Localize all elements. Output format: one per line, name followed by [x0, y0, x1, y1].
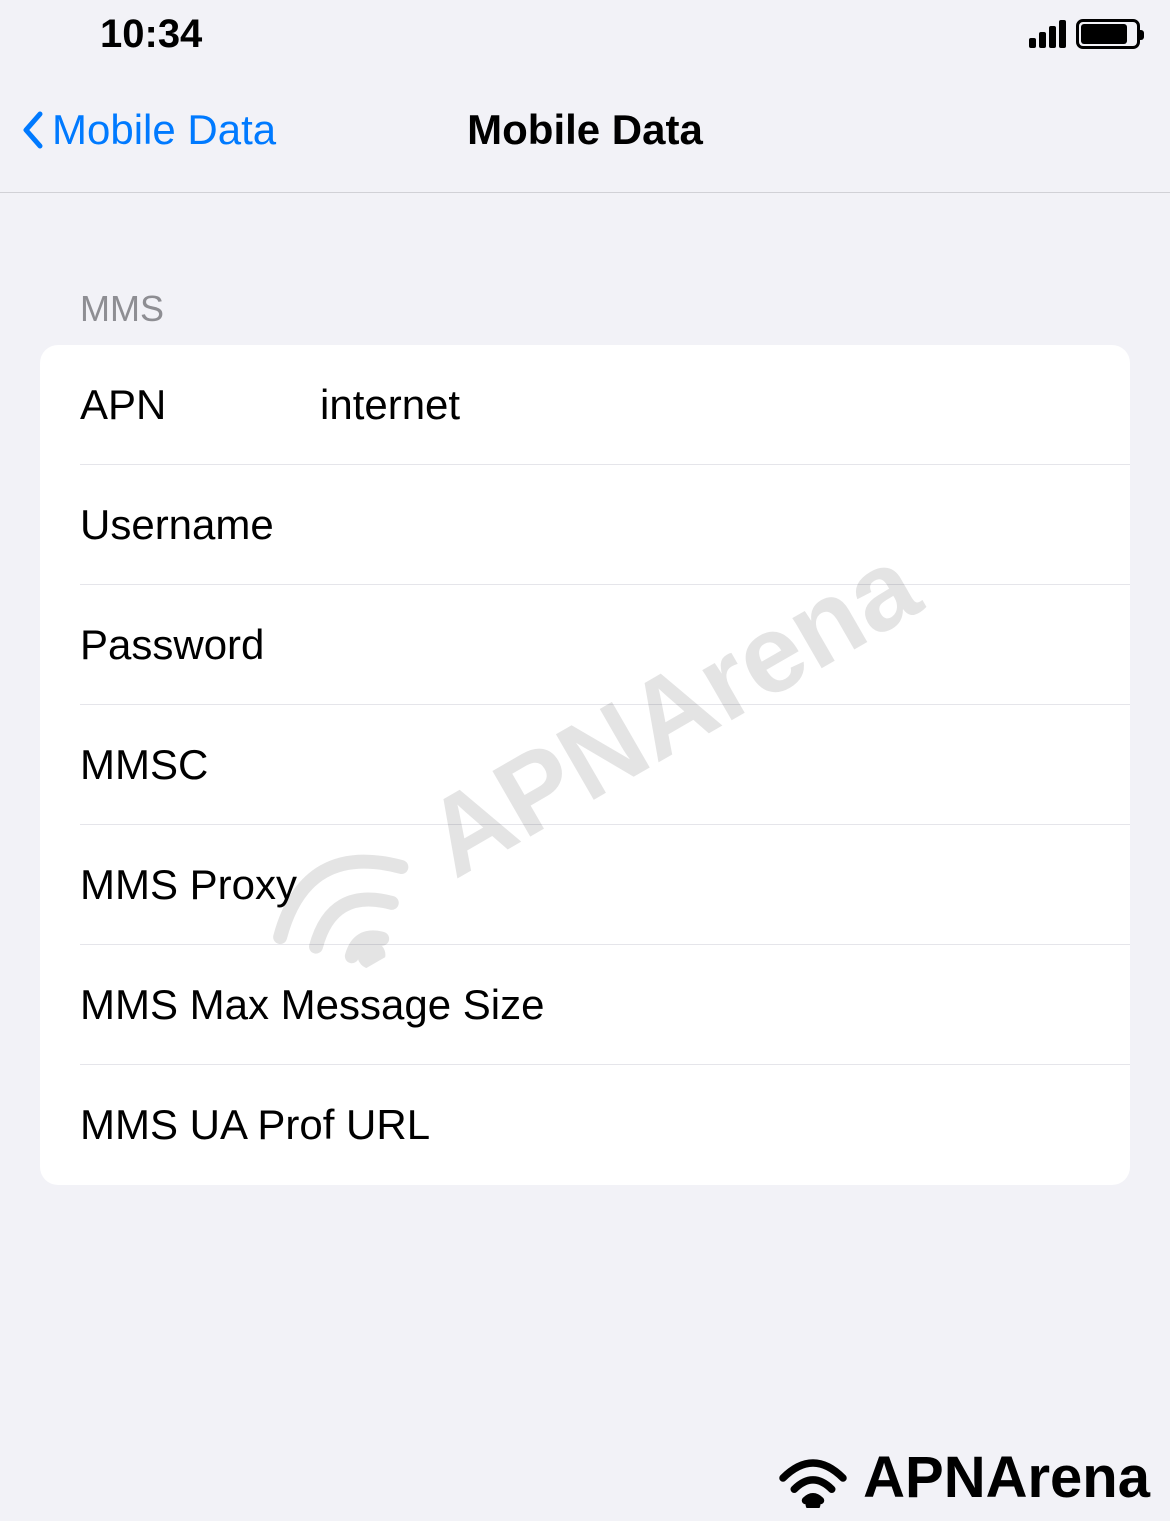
- back-label: Mobile Data: [52, 106, 276, 154]
- battery-icon: [1076, 19, 1140, 49]
- navigation-bar: Mobile Data Mobile Data: [0, 68, 1170, 193]
- mmsc-label: MMSC: [80, 741, 320, 789]
- mms-max-size-input[interactable]: [544, 981, 1090, 1029]
- status-indicators: [1029, 19, 1140, 49]
- mms-ua-prof-row[interactable]: MMS UA Prof URL: [40, 1065, 1130, 1185]
- status-bar: 10:34: [0, 0, 1170, 68]
- apn-input[interactable]: [320, 381, 1090, 429]
- password-input[interactable]: [320, 621, 1090, 669]
- password-label: Password: [80, 621, 320, 669]
- mms-proxy-row[interactable]: MMS Proxy: [40, 825, 1130, 945]
- mms-proxy-input[interactable]: [297, 861, 1090, 909]
- username-label: Username: [80, 501, 320, 549]
- mms-ua-prof-input[interactable]: [430, 1101, 1090, 1149]
- status-time: 10:34: [100, 12, 202, 57]
- footer-text: APNArena: [863, 1444, 1150, 1511]
- mms-max-size-row[interactable]: MMS Max Message Size: [40, 945, 1130, 1065]
- mms-settings-group: APN Username Password MMSC MMS Proxy MMS…: [40, 345, 1130, 1185]
- chevron-left-icon: [20, 110, 44, 150]
- signal-icon: [1029, 20, 1066, 48]
- apn-row[interactable]: APN: [40, 345, 1130, 465]
- mmsc-input[interactable]: [320, 741, 1090, 789]
- footer-logo: APNArena: [773, 1444, 1150, 1511]
- username-input[interactable]: [320, 501, 1090, 549]
- mms-max-size-label: MMS Max Message Size: [80, 981, 544, 1029]
- mmsc-row[interactable]: MMSC: [40, 705, 1130, 825]
- page-title: Mobile Data: [467, 106, 703, 154]
- password-row[interactable]: Password: [40, 585, 1130, 705]
- apn-label: APN: [80, 381, 320, 429]
- wifi-icon: [773, 1448, 853, 1508]
- back-button[interactable]: Mobile Data: [0, 106, 276, 154]
- username-row[interactable]: Username: [40, 465, 1130, 585]
- mms-ua-prof-label: MMS UA Prof URL: [80, 1101, 430, 1149]
- section-header-mms: MMS: [0, 193, 1170, 345]
- mms-proxy-label: MMS Proxy: [80, 861, 297, 909]
